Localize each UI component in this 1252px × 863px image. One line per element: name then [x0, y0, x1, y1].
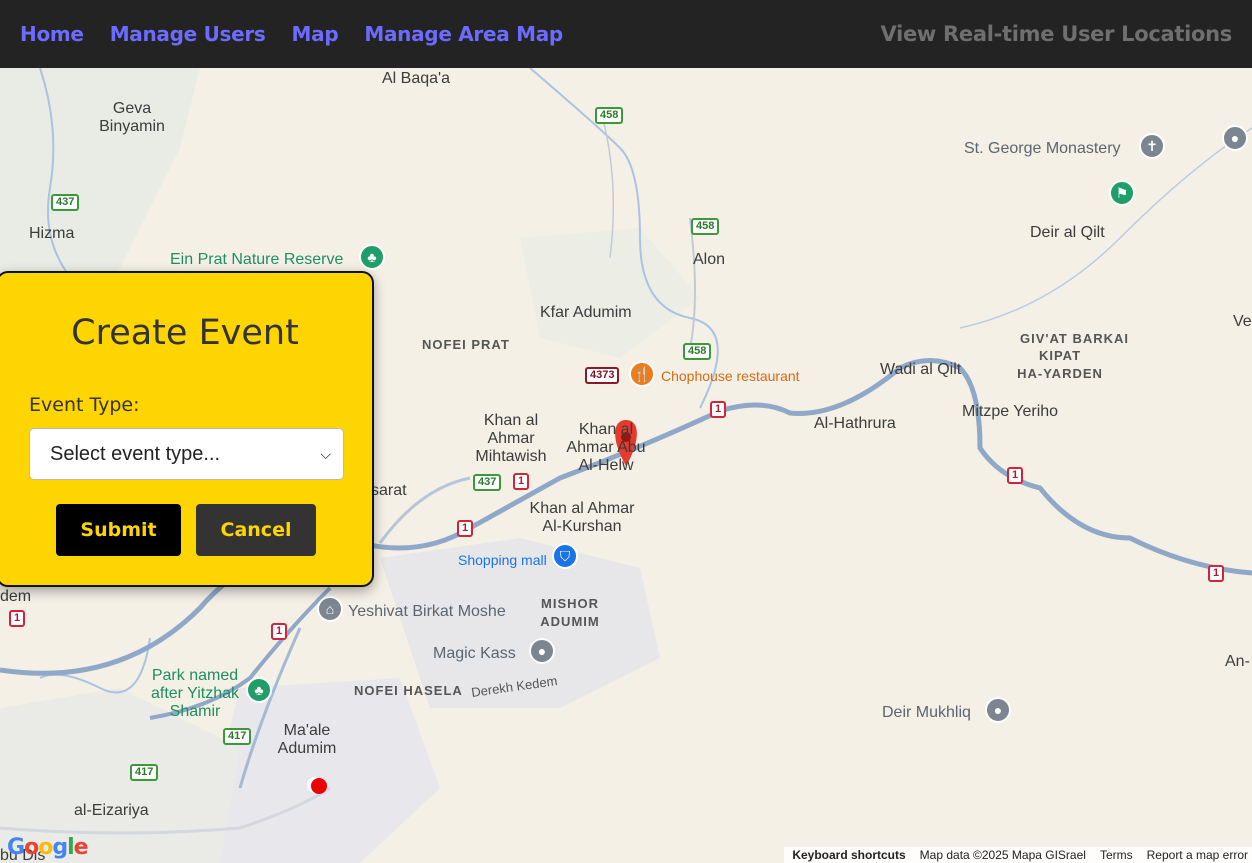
cancel-button[interactable]: Cancel [196, 504, 316, 556]
label-sarat: sarat [371, 482, 407, 499]
label-park-yitzhak: Park named after Yitzhak Shamir [150, 667, 240, 720]
place-icon[interactable]: ● [529, 638, 555, 664]
place-icon[interactable]: ● [985, 697, 1011, 723]
label-kipat: KIPAT HA-YARDEN [1017, 348, 1103, 381]
label-chophouse: Chophouse restaurant [661, 368, 800, 384]
label-mishor-adumim: MISHOR ADUMIM [540, 596, 600, 629]
label-hizma: Hizma [29, 225, 75, 242]
restaurant-icon[interactable]: 🍴 [629, 361, 655, 387]
label-mitzpe-yeriho: Mitzpe Yeriho [962, 403, 1059, 420]
label-alon: Alon [693, 251, 726, 268]
modal-title: Create Event [71, 313, 299, 353]
label-geva-binyamin: Geva Binyamin [99, 100, 165, 135]
map-footer: Keyboard shortcuts Map data ©2025 Mapa G… [784, 847, 1252, 863]
route-shield: 1 [513, 473, 530, 490]
label-khan-kurshan: Khan al Ahmar Al-Kurshan [529, 500, 635, 535]
event-type-label: Event Type: [29, 394, 140, 416]
route-shield: 458 [595, 107, 624, 124]
hiking-icon[interactable]: ⚑ [1109, 180, 1135, 206]
label-khan-mihtawish: Khan al Ahmar Mihtawish [475, 412, 547, 465]
route-shield: 1 [271, 623, 288, 640]
terms-link[interactable]: Terms [1100, 848, 1133, 862]
nav-links: Home Manage Users Map Manage Area Map [20, 22, 563, 46]
chevron-down-icon: ⌵ [320, 445, 331, 462]
label-ein-prat: Ein Prat Nature Reserve [170, 251, 344, 268]
label-deir-mukhliq: Deir Mukhliq [882, 704, 971, 721]
label-al-hathrura: Al-Hathrura [814, 415, 896, 432]
label-givat-barkai: GIV'AT BARKAI [1020, 331, 1130, 346]
label-wadi-al-qilt: Wadi al Qilt [880, 361, 962, 378]
route-shield: 437 [473, 474, 502, 491]
event-type-select[interactable]: Select event type... ⌵ [29, 428, 344, 480]
event-type-select-value: Select event type... [50, 442, 221, 465]
route-shield: 458 [683, 343, 712, 360]
label-dem: dem [0, 588, 32, 605]
route-shield: 417 [223, 728, 252, 745]
map-data-text: Map data ©2025 Mapa GISrael [919, 848, 1086, 862]
label-ve: Ve [1233, 313, 1252, 330]
school-icon[interactable]: ⌂ [317, 596, 343, 622]
nav-realtime-locations-link[interactable]: View Real-time User Locations [880, 22, 1232, 46]
shopping-bag-icon[interactable]: ⛉ [552, 543, 578, 569]
route-shield: 1 [710, 401, 727, 418]
route-shield: 417 [130, 764, 159, 781]
route-shield: 1 [1007, 467, 1024, 484]
report-error-link[interactable]: Report a map error [1147, 848, 1248, 862]
google-logo: Google [7, 835, 89, 860]
route-shield: 437 [51, 194, 80, 211]
nav-home-link[interactable]: Home [20, 22, 84, 46]
create-event-modal: Create Event Event Type: Select event ty… [0, 271, 374, 587]
route-shield: 1 [457, 520, 474, 537]
label-khan-abu-helw: Khan al Ahmar Abu Al-Helw [566, 421, 646, 474]
label-nofei-prat: NOFEI PRAT [422, 337, 510, 352]
keyboard-shortcuts-link[interactable]: Keyboard shortcuts [792, 848, 905, 862]
label-al-baqaa: Al Baqa'a [382, 70, 450, 87]
nav-manage-area-map-link[interactable]: Manage Area Map [364, 22, 563, 46]
route-shield: 4373 [585, 367, 620, 384]
label-shopping-mall: Shopping mall [458, 552, 547, 568]
label-deir-al-qilt: Deir al Qilt [1030, 224, 1105, 241]
top-navbar: Home Manage Users Map Manage Area Map Vi… [0, 0, 1252, 68]
label-an: An- [1225, 653, 1250, 670]
church-icon[interactable]: ✝ [1139, 133, 1165, 159]
nav-map-link[interactable]: Map [292, 22, 339, 46]
park-icon[interactable]: ♣ [246, 677, 272, 703]
place-icon[interactable]: ● [1222, 125, 1248, 151]
route-shield: 458 [691, 218, 720, 235]
label-kfar-adumim: Kfar Adumim [540, 304, 632, 321]
submit-button[interactable]: Submit [56, 504, 181, 556]
label-st-george: St. George Monastery [964, 140, 1121, 157]
label-yeshivat: Yeshivat Birkat Moshe [348, 603, 506, 620]
route-shield: 1 [9, 610, 26, 627]
label-al-eizariya: al-Eizariya [74, 802, 149, 819]
label-maale-adumim: Ma'ale Adumim [277, 722, 337, 757]
label-magic-kass: Magic Kass [433, 645, 516, 662]
route-shield: 1 [1208, 565, 1225, 582]
label-nofei-hasela: NOFEI HASELA [354, 683, 463, 698]
nav-manage-users-link[interactable]: Manage Users [110, 22, 266, 46]
park-icon[interactable]: ♣ [359, 244, 385, 270]
